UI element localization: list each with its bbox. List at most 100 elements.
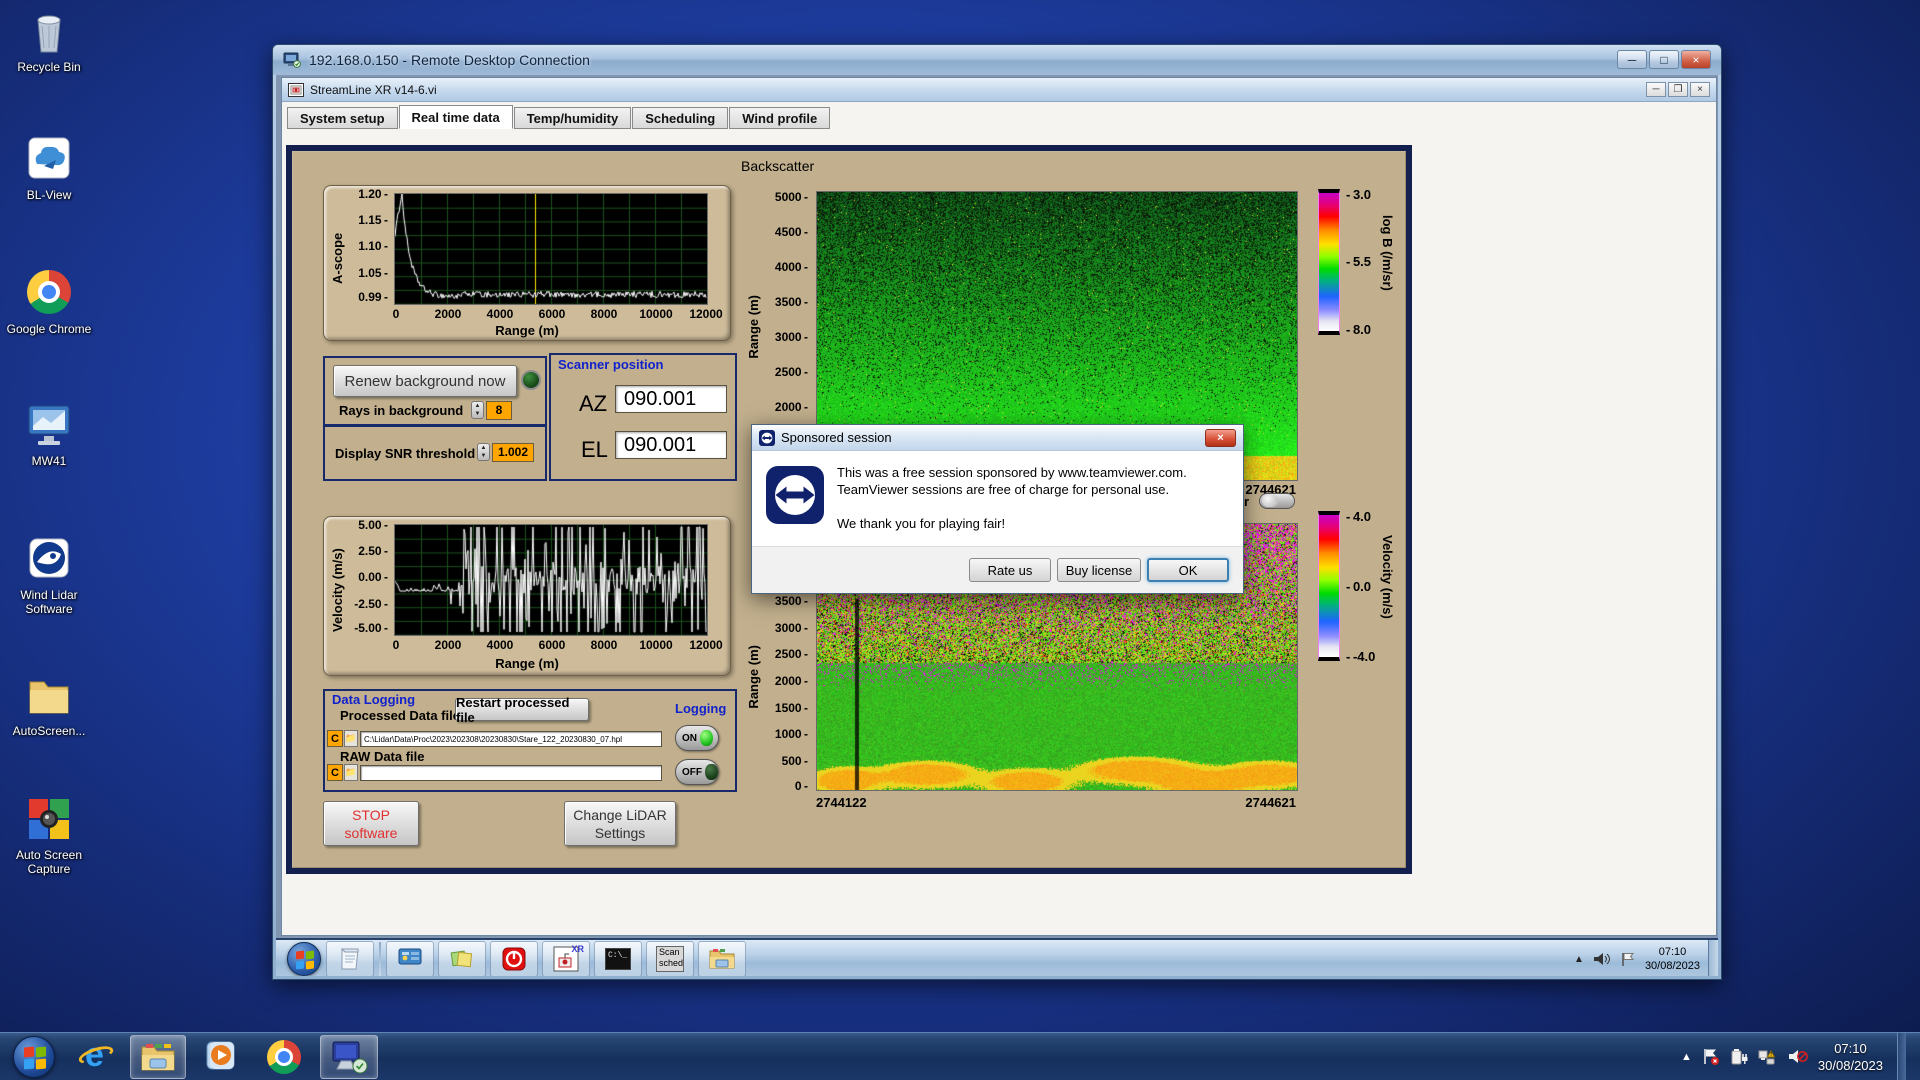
rdp-close-button[interactable]: × bbox=[1681, 50, 1711, 69]
host-taskbar-chrome[interactable] bbox=[258, 1035, 310, 1079]
rdp-window-title: 192.168.0.150 - Remote Desktop Connectio… bbox=[309, 52, 590, 68]
host-taskbar-internet-explorer[interactable]: e bbox=[70, 1035, 122, 1079]
taskbar-button-power[interactable] bbox=[490, 941, 538, 976]
el-value-field[interactable]: 090.001 bbox=[615, 431, 727, 459]
host-action-center-flag-icon[interactable] bbox=[1702, 1048, 1720, 1065]
el-label: EL bbox=[581, 437, 608, 462]
host-power-plug-icon[interactable] bbox=[1730, 1048, 1748, 1065]
host-tray-expand-icon[interactable]: ▲ bbox=[1681, 1051, 1692, 1063]
snr-value-field[interactable]: 1.002 bbox=[492, 443, 534, 462]
folder-icon bbox=[24, 672, 74, 720]
host-taskbar-windows-explorer[interactable] bbox=[130, 1035, 186, 1079]
desktop-icon-google-chrome[interactable]: Google Chrome bbox=[6, 268, 92, 336]
bsmap-ylabel: Range (m) bbox=[746, 295, 761, 359]
desktop-icon-autoscreen-folder[interactable]: AutoScreen... bbox=[6, 672, 92, 738]
colorbar-tick: 5.5 bbox=[1346, 254, 1371, 269]
power-icon bbox=[502, 947, 526, 971]
data-logging-title: Data Logging bbox=[332, 692, 416, 707]
snr-threshold-label: Display SNR threshold bbox=[335, 446, 476, 461]
remote-show-desktop-button[interactable] bbox=[1708, 940, 1718, 976]
host-show-desktop-button[interactable] bbox=[1897, 1032, 1906, 1080]
velocity-graph-xlabel: Range (m) bbox=[495, 656, 559, 671]
rdp-maximize-button[interactable]: □ bbox=[1649, 50, 1679, 69]
processed-logging-toggle[interactable]: ON bbox=[675, 725, 719, 751]
host-speaker-muted-icon[interactable] bbox=[1788, 1048, 1808, 1065]
taskbar-button-scan-scheduler[interactable]: Scan sched bbox=[646, 941, 694, 976]
change-lidar-settings-button[interactable]: Change LiDAR Settings bbox=[564, 801, 676, 846]
az-value-field[interactable]: 090.001 bbox=[615, 385, 727, 413]
remote-speaker-icon[interactable] bbox=[1593, 952, 1611, 966]
dialog-titlebar[interactable]: Sponsored session × bbox=[752, 425, 1243, 451]
tab-real-time-data[interactable]: Real time data bbox=[398, 105, 513, 129]
processed-browse-button[interactable]: 📁 bbox=[344, 730, 358, 747]
rate-us-button[interactable]: Rate us bbox=[969, 558, 1051, 582]
taskbar-button-sticky-notes[interactable] bbox=[438, 941, 486, 976]
remote-start-button[interactable] bbox=[284, 939, 324, 976]
dialog-text: This was a free session sponsored by www… bbox=[837, 464, 1232, 532]
settings-line1: Change LiDAR bbox=[573, 806, 667, 823]
snr-spinner[interactable]: ▲ ▼ bbox=[477, 443, 490, 461]
desktop-icon-recycle-bin[interactable]: Recycle Bin bbox=[6, 8, 92, 74]
tab-system-setup[interactable]: System setup bbox=[287, 107, 398, 129]
remote-tray-expand-icon[interactable]: ▲ bbox=[1574, 954, 1584, 965]
desktop-icon-auto-screen-capture[interactable]: Auto Screen Capture bbox=[6, 796, 92, 876]
host-start-button[interactable] bbox=[8, 1035, 60, 1079]
host-clock[interactable]: 07:10 30/08/2023 bbox=[1818, 1040, 1883, 1074]
teamviewer-logo bbox=[766, 466, 824, 524]
map-mode-toggle[interactable] bbox=[1259, 493, 1295, 509]
host-taskbar-remote-desktop[interactable] bbox=[320, 1035, 378, 1079]
ok-button[interactable]: OK bbox=[1147, 558, 1229, 582]
x-tick: 2000 bbox=[434, 638, 462, 652]
y-tick: 5.00 bbox=[350, 518, 388, 532]
stop-line2: software bbox=[344, 824, 398, 841]
taskbar-button-command-prompt[interactable]: C:\_ bbox=[594, 941, 642, 976]
host-taskbar-media-player[interactable] bbox=[196, 1035, 248, 1079]
toggle-knob bbox=[1262, 495, 1278, 507]
app-restore-button[interactable]: ❐ bbox=[1668, 82, 1688, 97]
y-tick: 1000 bbox=[770, 727, 808, 741]
host-network-icon[interactable]: ! bbox=[1758, 1048, 1778, 1065]
taskbar-button-display-settings[interactable] bbox=[386, 941, 434, 976]
off-lens bbox=[705, 764, 718, 780]
taskbar-button-explorer-folder[interactable] bbox=[698, 941, 746, 976]
restart-processed-file-button[interactable]: Restart processed file bbox=[455, 695, 589, 725]
rdp-titlebar[interactable]: 192.168.0.150 - Remote Desktop Connectio… bbox=[273, 45, 1721, 75]
taskbar-button-notepad[interactable] bbox=[326, 941, 374, 976]
rdp-session: StreamLine XR v14-6.vi ─ ❐ × System setu… bbox=[276, 75, 1718, 976]
raw-path-field[interactable] bbox=[360, 765, 662, 781]
raw-logging-toggle[interactable]: OFF bbox=[675, 759, 719, 785]
processed-path-field[interactable]: C:\Lidar\Data\Proc\2023\202308\20230830\… bbox=[360, 731, 662, 747]
desktop-icon-mw41[interactable]: MW41 bbox=[6, 402, 92, 468]
buy-license-button[interactable]: Buy license bbox=[1057, 558, 1141, 582]
rays-spinner[interactable]: ▲ ▼ bbox=[471, 401, 484, 419]
taskbar-button-streamline-xr[interactable]: XR bbox=[542, 941, 590, 976]
tab-scheduling[interactable]: Scheduling bbox=[632, 107, 729, 129]
desktop-icon-wind-lidar[interactable]: Wind Lidar Software bbox=[6, 536, 92, 616]
app-minimize-button[interactable]: ─ bbox=[1646, 82, 1666, 97]
x-tick: 4000 bbox=[486, 307, 514, 321]
remote-clock[interactable]: 07:10 30/08/2023 bbox=[1645, 945, 1700, 973]
rays-value-field[interactable]: 8 bbox=[486, 401, 512, 420]
tab-temp-humidity[interactable]: Temp/humidity bbox=[513, 107, 632, 129]
raw-drive-box[interactable]: C bbox=[327, 764, 343, 781]
velmap-ylabel: Range (m) bbox=[746, 645, 761, 709]
colorbar-tick: 8.0 bbox=[1346, 322, 1371, 337]
recycle-bin-icon bbox=[24, 8, 74, 56]
stop-software-button[interactable]: STOP software bbox=[323, 801, 419, 846]
raw-browse-button[interactable]: 📁 bbox=[344, 764, 358, 781]
rdp-minimize-button[interactable]: ─ bbox=[1617, 50, 1647, 69]
remote-action-center-flag-icon[interactable] bbox=[1620, 952, 1636, 967]
x-tick: 12000 bbox=[689, 307, 723, 321]
remote-clock-time: 07:10 bbox=[1658, 946, 1687, 958]
dialog-close-button[interactable]: × bbox=[1205, 429, 1236, 447]
renew-background-button[interactable]: Renew background now bbox=[333, 365, 517, 397]
dialog-line3: We thank you for playing fair! bbox=[837, 516, 1006, 531]
tab-wind-profile[interactable]: Wind profile bbox=[729, 107, 831, 129]
chrome-icon bbox=[24, 270, 74, 318]
app-close-button[interactable]: × bbox=[1690, 82, 1710, 97]
y-tick: 0 bbox=[770, 779, 808, 793]
chrome-icon bbox=[267, 1040, 301, 1074]
desktop-icon-bl-view[interactable]: BL-View bbox=[6, 136, 92, 202]
processed-drive-box[interactable]: C bbox=[327, 730, 343, 747]
app-titlebar[interactable]: StreamLine XR v14-6.vi ─ ❐ × bbox=[282, 78, 1716, 102]
